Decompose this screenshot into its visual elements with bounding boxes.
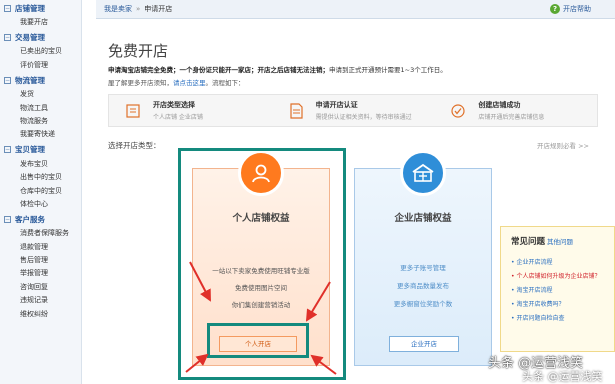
watermark-shadow: 头条 @运营浅笑 <box>522 370 603 383</box>
faq-item[interactable]: • 企业开店流程 <box>511 257 552 266</box>
breadcrumb: 我是卖家 » 申请开店 ? 开店帮助 <box>96 0 615 19</box>
sidebar-item-sold[interactable]: 已卖出的宝贝 <box>0 45 81 58</box>
faq-item-text: 淘宝开店收费吗？ <box>516 301 565 308</box>
faq-item[interactable]: • 淘宝开店收费吗？ <box>511 299 564 308</box>
sidebar-item-consult[interactable]: 咨询回复 <box>0 281 81 294</box>
corporate-feature: 更多橱窗位奖励个数 <box>393 300 453 308</box>
step-1: 开店类型选择个人店铺 企业店铺 <box>109 95 272 126</box>
corporate-feature: 更多子账号管理 <box>400 264 446 272</box>
sidebar-item-publish[interactable]: 发布宝贝 <box>0 158 81 171</box>
sidebar-section-customer: − 客户服务 消费者保障服务 退款管理 售后管理 举报管理 咨询回复 违规记录 维… <box>0 211 81 321</box>
intro-rest: 申请到正式开通预计需要1~3个工作日。 <box>329 66 447 74</box>
faq-item[interactable]: • 淘宝开店流程 <box>511 285 552 294</box>
collapse-icon[interactable]: − <box>4 33 11 41</box>
step-subtitle: 店铺开通后完善店铺信息 <box>478 114 545 121</box>
corporate-feature: 更多商品数量发布 <box>397 282 449 290</box>
sidebar-section-shop: − 店铺管理 我要开店 <box>0 0 81 29</box>
faq-heading: 常见问题 <box>511 237 546 247</box>
faq-item-text: 开店问题自检自查 <box>516 315 565 322</box>
faq-panel: 常见问题 其他问题 • 企业开店流程 • 个人店铺如何升级为企业店铺？ • 淘宝开… <box>500 226 615 352</box>
step-2: 申请开店认证需提供认证相关资料，等待审核通过 <box>272 95 435 126</box>
company-icon <box>400 150 446 196</box>
page-title: 免费开店 <box>108 42 169 60</box>
sidebar-section-trade: − 交易管理 已卖出的宝贝 评价管理 <box>0 29 81 72</box>
sidebar-item-express[interactable]: 我要寄快递 <box>0 128 81 141</box>
check-circle-icon <box>450 103 466 119</box>
sidebar-item-refunds[interactable]: 退款管理 <box>0 241 81 254</box>
corporate-open-button[interactable]: 企业开店 <box>389 336 459 352</box>
collapse-icon[interactable]: − <box>4 76 11 84</box>
corporate-card-title: 企业店铺权益 <box>394 213 452 224</box>
sidebar-section-title: 宝贝管理 <box>15 145 45 155</box>
sidebar-section-header[interactable]: − 宝贝管理 <box>0 142 81 158</box>
intro-bold: 申请淘宝店铺完全免费；一个身份证只能开一家店；开店之后店铺无法注销； <box>108 66 329 74</box>
faq-more-link[interactable]: 其他问题 <box>547 238 573 246</box>
choose-type-label: 选择开店类型： <box>108 141 161 150</box>
collapse-icon[interactable]: − <box>4 146 11 154</box>
sidebar-item-on-sale[interactable]: 出售中的宝贝 <box>0 171 81 184</box>
sidebar-item-disputes[interactable]: 维权纠纷 <box>0 308 81 321</box>
sidebar-item-health[interactable]: 体检中心 <box>0 198 81 211</box>
document-icon <box>288 102 304 119</box>
sidebar-item-logistics-tools[interactable]: 物流工具 <box>0 102 81 115</box>
breadcrumb-current: 申请开店 <box>144 5 173 13</box>
step-title: 创建店铺成功 <box>478 101 521 109</box>
sidebar-section-title: 店铺管理 <box>15 3 45 13</box>
process-steps: 开店类型选择个人店铺 企业店铺 申请开店认证需提供认证相关资料，等待审核通过 创… <box>108 94 598 127</box>
sidebar-section-header[interactable]: − 交易管理 <box>0 29 81 45</box>
faq-item-text: 个人店铺如何升级为企业店铺？ <box>516 273 601 280</box>
help-icon: ? <box>550 4 560 14</box>
sidebar-item-logistics-service[interactable]: 物流服务 <box>0 115 81 128</box>
rules-link[interactable]: 开店规则必看 >> <box>537 140 589 150</box>
help-link[interactable]: ? 开店帮助 <box>550 4 591 14</box>
sidebar-section-title: 交易管理 <box>15 32 45 42</box>
sidebar-section-header[interactable]: − 店铺管理 <box>0 0 81 16</box>
collapse-icon[interactable]: − <box>4 4 11 12</box>
step-title: 申请开店认证 <box>315 101 358 109</box>
sidebar-section-title: 物流管理 <box>15 75 45 85</box>
collapse-icon[interactable]: − <box>4 215 11 223</box>
step-title: 开店类型选择 <box>153 101 195 109</box>
sidebar-item-open-shop[interactable]: 我要开店 <box>0 16 81 29</box>
sidebar-section-logistics: − 物流管理 发货 物流工具 物流服务 我要寄快递 <box>0 72 81 142</box>
sidebar-section-title: 客户服务 <box>15 214 45 224</box>
sidebar-item-warehouse[interactable]: 仓库中的宝贝 <box>0 185 81 198</box>
sidebar-item-ship[interactable]: 发货 <box>0 88 81 101</box>
faq-item-text: 淘宝开店流程 <box>516 287 553 294</box>
click-here-link[interactable]: 请点击这里 <box>173 79 206 87</box>
button-highlight-frame <box>207 323 309 358</box>
store-type-icon <box>125 103 141 119</box>
sidebar-item-reports[interactable]: 举报管理 <box>0 267 81 280</box>
faq-item[interactable]: • 开店问题自检自查 <box>511 313 564 322</box>
help-label: 开店帮助 <box>563 5 591 13</box>
sidebar-item-violations[interactable]: 违规记录 <box>0 294 81 307</box>
breadcrumb-root-link[interactable]: 我是卖家 <box>104 4 132 14</box>
faq-item-text: 企业开店流程 <box>516 259 553 266</box>
sidebar-section-items: − 宝贝管理 发布宝贝 出售中的宝贝 仓库中的宝贝 体检中心 <box>0 142 81 212</box>
step-subtitle: 个人店铺 企业店铺 <box>153 114 203 121</box>
intro-more-prefix: 厘了解更多开店须知， <box>108 79 173 87</box>
intro-more: 厘了解更多开店须知，请点击这里。流程如下： <box>108 77 245 87</box>
sidebar-item-reviews[interactable]: 评价管理 <box>0 59 81 72</box>
sidebar-item-protection[interactable]: 消费者保障服务 <box>0 227 81 240</box>
sidebar: − 店铺管理 我要开店 − 交易管理 已卖出的宝贝 评价管理 − 物流管理 发货 物流… <box>0 0 82 384</box>
breadcrumb-separator: » <box>136 5 141 13</box>
intro-more-suffix: 。流程如下： <box>205 79 245 87</box>
sidebar-section-header[interactable]: − 客户服务 <box>0 211 81 227</box>
step-subtitle: 需提供认证相关资料，等待审核通过 <box>315 114 412 121</box>
faq-item[interactable]: • 个人店铺如何升级为企业店铺？ <box>511 271 600 280</box>
faq-title: 常见问题 其他问题 <box>511 235 573 247</box>
sidebar-item-after-sale[interactable]: 售后管理 <box>0 254 81 267</box>
step-3: 创建店铺成功店铺开通后完善店铺信息 <box>434 95 597 126</box>
intro-text: 申请淘宝店铺完全免费；一个身份证只能开一家店；开店之后店铺无法注销；申请到正式开… <box>108 64 447 74</box>
sidebar-section-header[interactable]: − 物流管理 <box>0 72 81 88</box>
